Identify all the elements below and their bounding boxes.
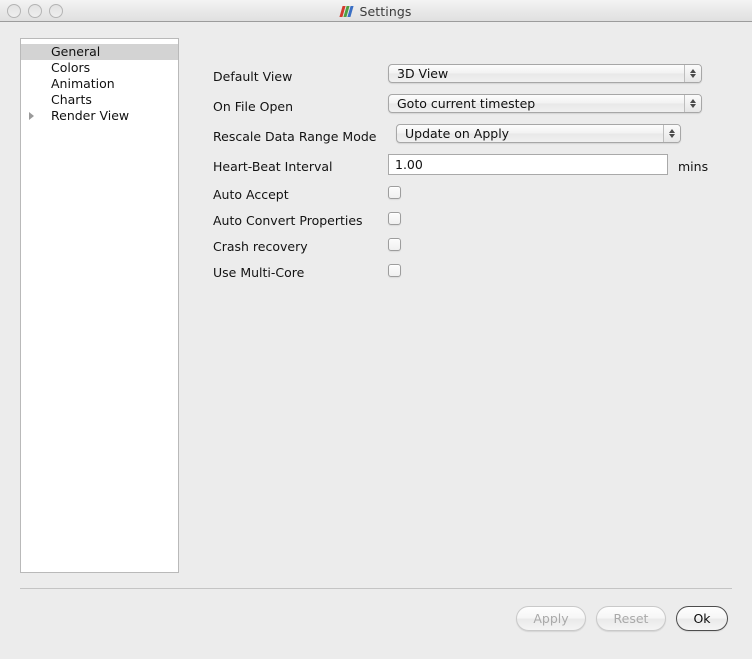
heart-beat-interval-input[interactable]: 1.00: [388, 154, 668, 175]
window-title: Settings: [359, 3, 412, 19]
row-heart-beat-interval: Heart-Beat Interval 1.00 mins: [213, 152, 733, 182]
rescale-data-range-mode-label: Rescale Data Range Mode: [213, 129, 377, 144]
ok-button[interactable]: Ok: [676, 606, 728, 631]
row-default-view: Default View 3D View: [213, 62, 733, 92]
row-rescale-data-range-mode: Rescale Data Range Mode Update on Apply: [213, 122, 733, 152]
window-titlebar: Settings: [0, 0, 752, 22]
rescale-data-range-mode-combobox[interactable]: Update on Apply: [396, 124, 681, 143]
sidebar-item-colors[interactable]: Colors: [21, 60, 178, 76]
row-auto-convert-properties: Auto Convert Properties: [213, 208, 733, 234]
paraview-logo-icon: [339, 5, 355, 17]
sidebar-item-charts[interactable]: Charts: [21, 92, 178, 108]
heart-beat-interval-value: 1.00: [395, 157, 423, 172]
on-file-open-combobox[interactable]: Goto current timestep: [388, 94, 702, 113]
on-file-open-value: Goto current timestep: [397, 96, 536, 111]
crash-recovery-label: Crash recovery: [213, 239, 308, 254]
stepper-arrows-icon[interactable]: [663, 125, 680, 142]
auto-convert-properties-checkbox[interactable]: [388, 212, 401, 225]
sidebar-item-label: Render View: [51, 108, 130, 123]
footer-divider: [20, 588, 732, 589]
apply-button[interactable]: Apply: [516, 606, 586, 631]
dialog-button-bar: Apply Reset Ok: [0, 606, 752, 632]
row-auto-accept: Auto Accept: [213, 182, 733, 208]
sidebar-item-label: Colors: [51, 60, 91, 75]
heart-beat-interval-unit: mins: [678, 159, 709, 174]
on-file-open-label: On File Open: [213, 99, 294, 114]
default-view-value: 3D View: [397, 66, 449, 81]
ok-button-label: Ok: [693, 611, 711, 626]
sidebar-item-label: Charts: [51, 92, 92, 107]
sidebar-item-animation[interactable]: Animation: [21, 76, 178, 92]
stepper-arrows-icon[interactable]: [684, 95, 701, 112]
sidebar-item-general[interactable]: General: [21, 44, 178, 60]
chevron-right-icon[interactable]: [29, 112, 34, 120]
use-multi-core-checkbox[interactable]: [388, 264, 401, 277]
row-crash-recovery: Crash recovery: [213, 234, 733, 260]
settings-category-list[interactable]: General Colors Animation Charts Render V…: [20, 38, 179, 573]
apply-button-label: Apply: [533, 611, 569, 626]
reset-button-label: Reset: [613, 611, 649, 626]
default-view-label: Default View: [213, 69, 293, 84]
auto-convert-properties-label: Auto Convert Properties: [213, 213, 363, 228]
general-settings-form: Default View 3D View On File Open Goto c…: [213, 62, 733, 286]
crash-recovery-checkbox[interactable]: [388, 238, 401, 251]
auto-accept-checkbox[interactable]: [388, 186, 401, 199]
sidebar-item-label: General: [51, 44, 101, 59]
auto-accept-label: Auto Accept: [213, 187, 289, 202]
use-multi-core-label: Use Multi-Core: [213, 265, 305, 280]
sidebar-item-label: Animation: [51, 76, 115, 91]
rescale-data-range-mode-value: Update on Apply: [405, 126, 510, 141]
row-on-file-open: On File Open Goto current timestep: [213, 92, 733, 122]
stepper-arrows-icon[interactable]: [684, 65, 701, 82]
row-use-multi-core: Use Multi-Core: [213, 260, 733, 286]
heart-beat-interval-label: Heart-Beat Interval: [213, 159, 333, 174]
sidebar-item-render-view[interactable]: Render View: [21, 108, 178, 124]
reset-button[interactable]: Reset: [596, 606, 666, 631]
default-view-combobox[interactable]: 3D View: [388, 64, 702, 83]
window-title-group: Settings: [0, 0, 752, 22]
